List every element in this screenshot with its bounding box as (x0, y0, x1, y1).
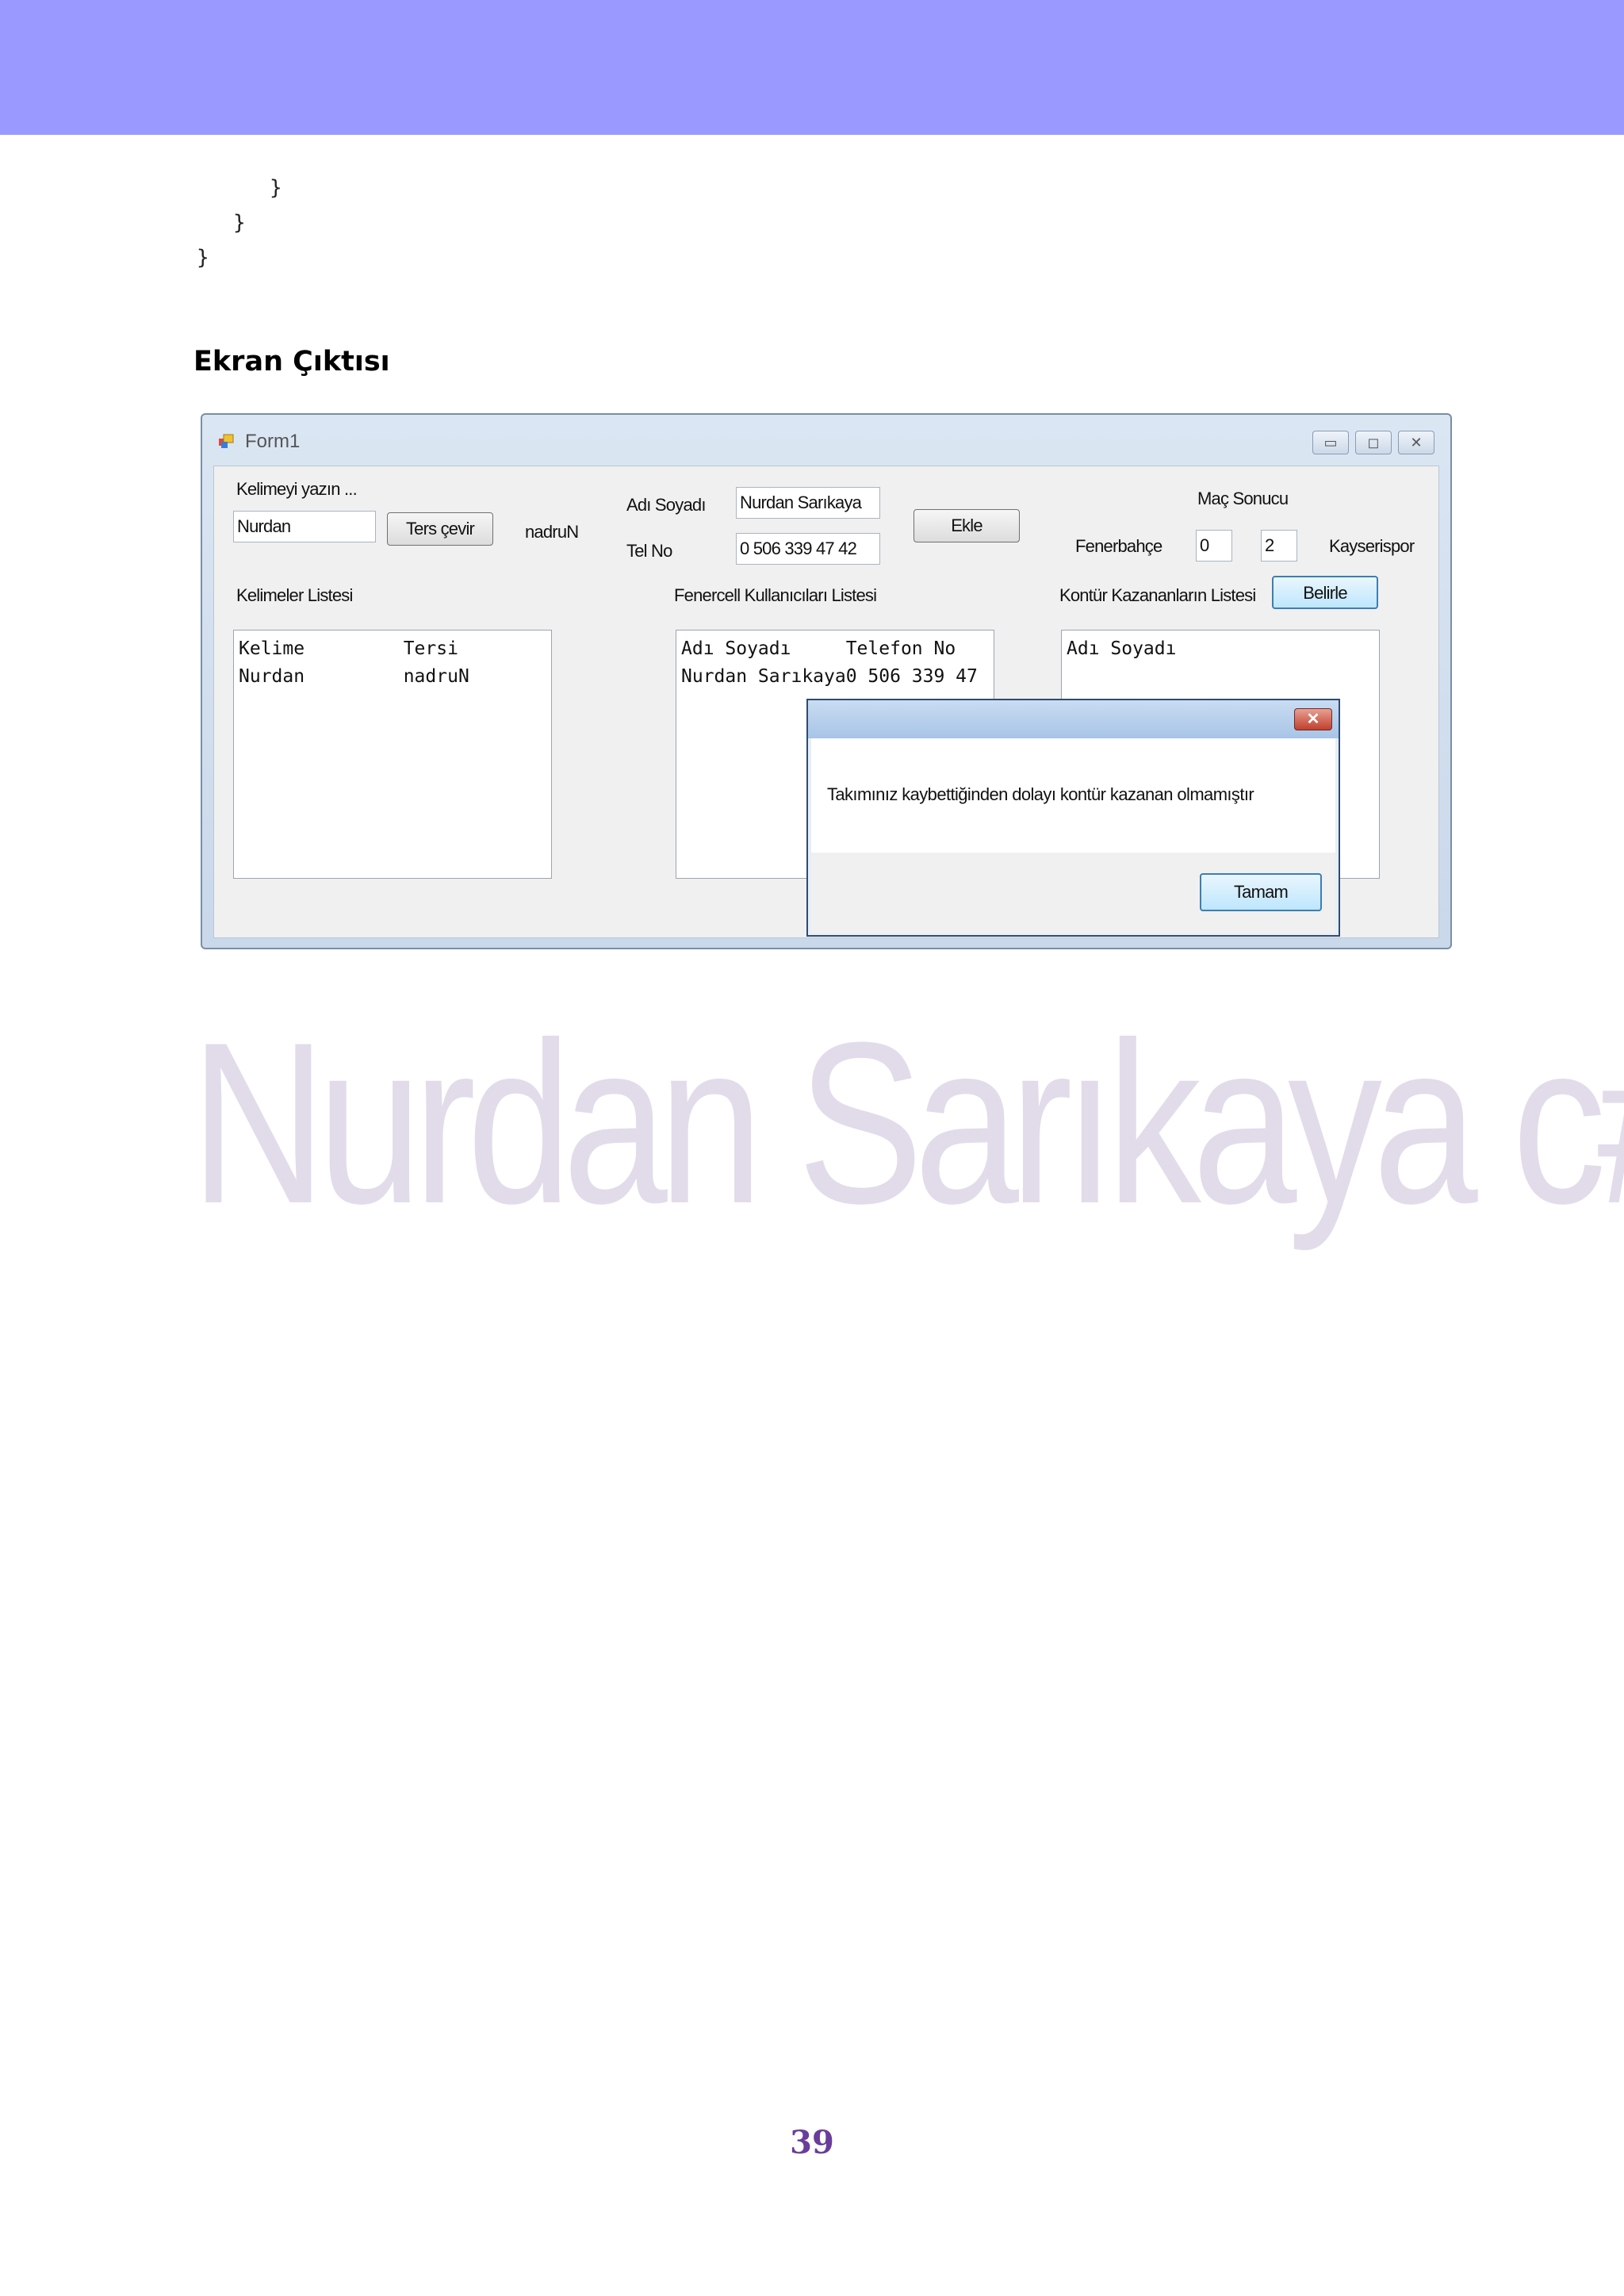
word-label: Kelimeyi yazın ... (236, 479, 358, 499)
reverse-button[interactable]: Ters çevir (387, 512, 493, 546)
name-input[interactable]: Nurdan Sarıkaya (736, 487, 880, 519)
team1-label: Fenerbahçe (1075, 536, 1162, 556)
list-item[interactable]: Nurdan nadruN (239, 663, 546, 691)
users-list-label: Fenercell Kullanıcıları Listesi (674, 585, 877, 605)
message-box-titlebar (808, 700, 1339, 738)
code-brace-3: } (197, 246, 209, 270)
watermark: Nurdan Sarıkaya c# (190, 995, 1624, 1251)
list-item[interactable]: Adı Soyadı (1067, 635, 1374, 663)
section-heading: Ekran Çıktısı (193, 346, 390, 378)
score1-input[interactable]: 0 (1196, 530, 1232, 562)
message-text: Takımınız kaybettiğinden dolayı kontür k… (827, 784, 1254, 804)
close-icon[interactable]: ✕ (1398, 431, 1434, 454)
word-input[interactable]: Nurdan (233, 511, 376, 542)
list-item[interactable]: Nurdan Sarıkaya0 506 339 47 (681, 663, 989, 691)
app-icon (219, 434, 234, 448)
score2-input[interactable]: 2 (1261, 530, 1297, 562)
page-header-bar (0, 0, 1624, 135)
ok-button[interactable]: Tamam (1200, 873, 1322, 911)
phone-input[interactable]: 0 506 339 47 42 (736, 533, 880, 565)
minimize-icon[interactable]: ▭ (1312, 431, 1349, 454)
match-label: Maç Sonucu (1197, 489, 1289, 508)
phone-label: Tel No (626, 541, 672, 561)
maximize-icon[interactable]: ◻ (1355, 431, 1392, 454)
team2-label: Kayserispor (1329, 536, 1415, 556)
words-listbox[interactable]: Kelime Tersi Nurdan nadruN (233, 630, 552, 879)
determine-button[interactable]: Belirle (1272, 576, 1378, 609)
reverse-result: nadruN (525, 522, 579, 542)
name-label: Adı Soyadı (626, 495, 706, 515)
window-title: Form1 (245, 431, 301, 452)
list-item[interactable]: Kelime Tersi (239, 635, 546, 663)
code-brace-2: } (233, 211, 246, 235)
words-list-label: Kelimeler Listesi (236, 585, 353, 605)
add-button[interactable]: Ekle (914, 509, 1020, 542)
message-box: ✕ Takımınız kaybettiğinden dolayı kontür… (806, 699, 1340, 937)
list-item[interactable]: Adı Soyadı Telefon No (681, 635, 989, 663)
winners-list-label: Kontür Kazananların Listesi (1059, 585, 1256, 605)
page-number: 39 (790, 2124, 834, 2161)
close-icon[interactable]: ✕ (1294, 708, 1332, 730)
code-brace-1: } (270, 176, 282, 200)
